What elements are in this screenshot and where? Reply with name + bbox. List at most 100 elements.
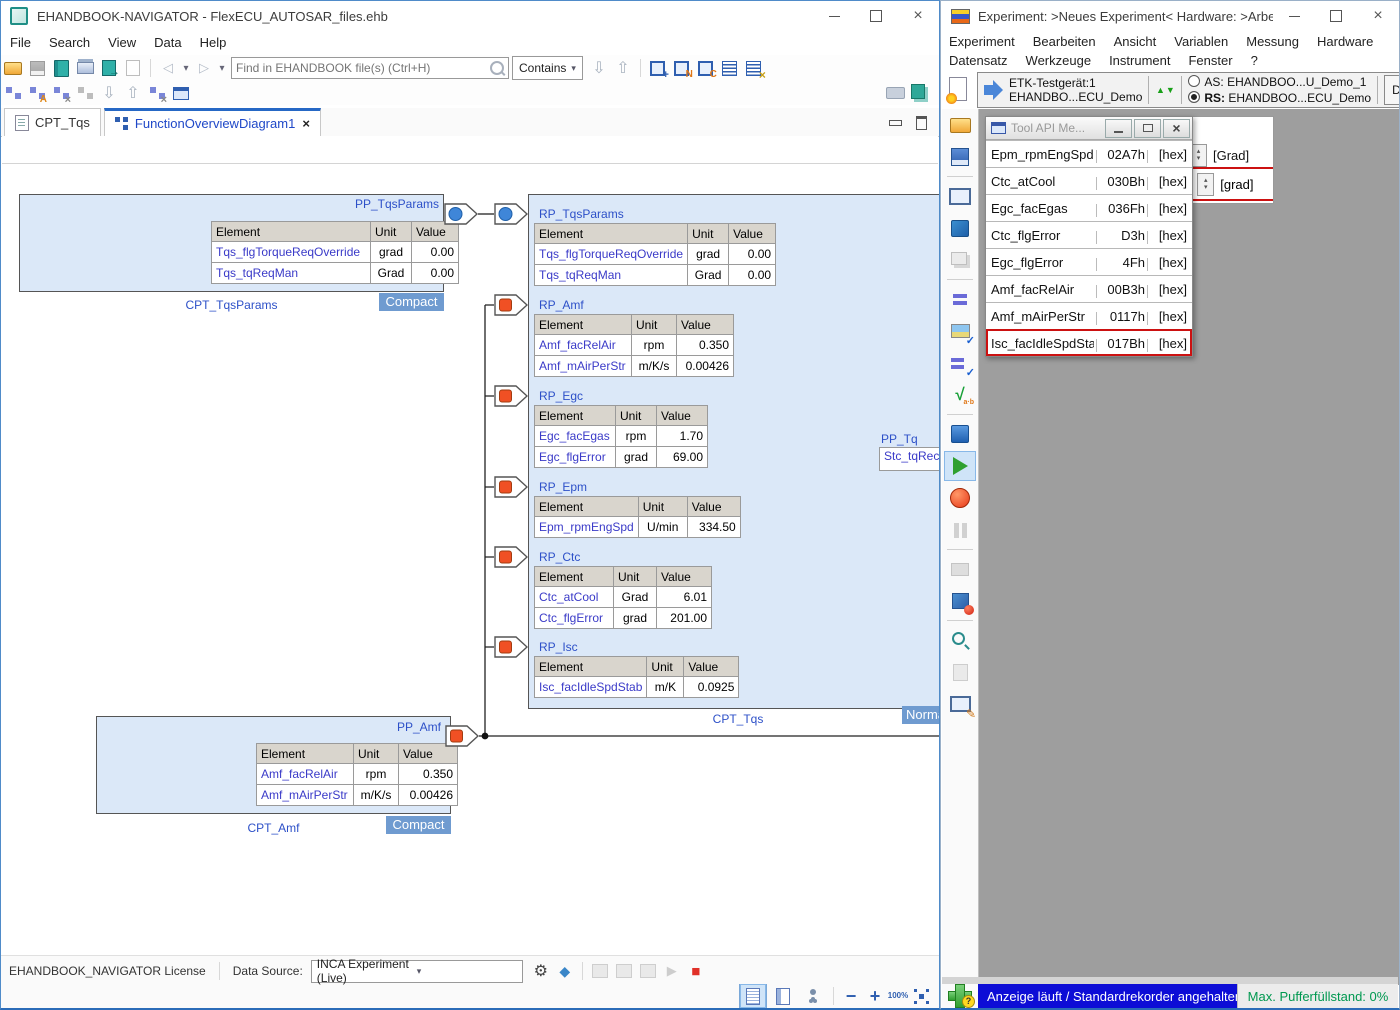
play-icon[interactable] <box>660 960 684 982</box>
menu-hardware[interactable]: Hardware <box>1309 34 1383 49</box>
measure-points-icon[interactable] <box>945 285 975 313</box>
nav-back-icon[interactable] <box>156 57 180 79</box>
page-swap-icon[interactable] <box>1155 79 1175 101</box>
measure-value[interactable]: 017Bh <box>1099 336 1145 351</box>
database-icon[interactable] <box>945 214 975 242</box>
menu-data[interactable]: Data <box>145 35 190 50</box>
element-link[interactable]: Ctc_flgError <box>535 608 614 629</box>
list-remove-icon[interactable] <box>742 57 766 79</box>
port-required-icon[interactable] <box>494 385 528 407</box>
zoom-fit-icon[interactable] <box>909 985 933 1007</box>
menu-?[interactable]: ? <box>1243 53 1268 68</box>
measure-value[interactable]: 036Fh <box>1099 201 1145 216</box>
remove-node-icon[interactable] <box>145 82 169 104</box>
ecu-hook-add-icon[interactable] <box>646 57 670 79</box>
measure-value[interactable]: 02A7h <box>1099 147 1145 162</box>
element-link[interactable]: Egc_facEgas <box>535 426 616 447</box>
menu-ansicht[interactable]: Ansicht <box>1106 34 1167 49</box>
open-experiment-icon[interactable] <box>945 111 975 139</box>
pane-maximize-icon[interactable] <box>916 116 927 130</box>
open-book-icon[interactable] <box>49 57 73 79</box>
data-source-select[interactable]: INCA Experiment (Live) ▾ <box>311 960 523 983</box>
expand-node-icon[interactable] <box>1 82 25 104</box>
clipped-element-cell[interactable]: Stc_tqRec <box>879 447 940 471</box>
data-source-icon[interactable] <box>553 960 577 982</box>
start-visualization-icon[interactable] <box>945 452 975 480</box>
element-link[interactable]: Tqs_tqReqMan <box>212 263 371 284</box>
minimize-button[interactable] <box>813 1 855 31</box>
variable-config-icon[interactable] <box>945 349 975 377</box>
minimize-button[interactable] <box>1273 1 1315 31</box>
element-link[interactable]: Tqs_flgTorqueReqOverride <box>212 242 371 263</box>
port-label[interactable]: RP_Egc <box>539 389 708 403</box>
menu-bearbeiten[interactable]: Bearbeiten <box>1025 34 1106 49</box>
menu-experiment[interactable]: Experiment <box>941 34 1025 49</box>
menu-search[interactable]: Search <box>40 35 99 50</box>
element-link[interactable]: Egc_flgError <box>535 447 616 468</box>
measure-value[interactable]: D3h <box>1099 228 1145 243</box>
port-required-icon[interactable] <box>494 636 528 658</box>
highlighted-value-row[interactable]: 0 [grad] <box>1189 167 1274 201</box>
menu-messung[interactable]: Messung <box>1238 34 1309 49</box>
diff-button[interactable]: Diff.... <box>1384 75 1400 105</box>
view-single-page-button[interactable] <box>739 984 767 1008</box>
print-icon[interactable] <box>73 57 97 79</box>
as-page-option[interactable]: AS: EHANDBOO...U_Demo_1 <box>1188 74 1371 90</box>
close-button[interactable] <box>1163 119 1190 138</box>
sync-experiment-icon[interactable] <box>636 960 660 982</box>
tab-close-icon[interactable]: × <box>302 116 310 131</box>
close-button[interactable]: × <box>1357 1 1399 31</box>
expression-check-icon[interactable] <box>945 381 975 409</box>
tab-cpt-tqs[interactable]: CPT_Tqs <box>4 108 101 136</box>
save-icon[interactable] <box>25 57 49 79</box>
element-link[interactable]: Amf_facRelAir <box>257 764 354 785</box>
measure-row-amf_mairperstr[interactable]: Amf_mAirPerStr0117h[hex] <box>986 302 1192 329</box>
export-mdf-icon[interactable] <box>612 960 636 982</box>
measure-value[interactable]: 00B3h <box>1099 282 1145 297</box>
search-input[interactable] <box>234 60 490 76</box>
display-config-icon[interactable] <box>945 317 975 345</box>
ecu-hook-c-icon[interactable] <box>694 57 718 79</box>
window-layout-icon[interactable] <box>945 246 975 274</box>
zoom-100-icon[interactable]: 100% <box>887 985 909 1007</box>
measure-row-isc_facidlespdstab[interactable]: Isc_facIdleSpdStab017Bh[hex] <box>986 329 1192 356</box>
find-previous-icon[interactable] <box>611 57 635 79</box>
pane-minimize-icon[interactable] <box>889 120 902 126</box>
save-experiment-icon[interactable] <box>945 143 975 171</box>
rs-page-option[interactable]: RS: EHANDBOO...ECU_Demo <box>1188 90 1371 106</box>
element-link[interactable]: Tqs_flgTorqueReqOverride <box>535 244 688 265</box>
nav-back-dropdown-icon[interactable] <box>180 57 192 79</box>
move-up-icon[interactable] <box>121 82 145 104</box>
settings-gear-icon[interactable] <box>529 960 553 982</box>
port-required-icon[interactable] <box>494 546 528 568</box>
measure-row-egc_flgerror[interactable]: Egc_flgError4Fh[hex] <box>986 248 1192 275</box>
minimize-button[interactable] <box>1105 119 1132 138</box>
menu-file[interactable]: File <box>1 35 40 50</box>
recorder-database-icon[interactable] <box>945 587 975 615</box>
measure-value[interactable]: 0117h <box>1099 309 1145 324</box>
measure-row-epm_rpmengspd[interactable]: Epm_rpmEngSpd02A7h[hex] <box>986 140 1192 167</box>
element-link[interactable]: Tqs_tqReqMan <box>535 265 688 286</box>
nav-forward-dropdown-icon[interactable] <box>216 57 228 79</box>
maximize-button[interactable] <box>1315 1 1357 31</box>
element-link[interactable]: Ctc_atCool <box>535 587 614 608</box>
recorder-config-icon[interactable] <box>945 555 975 583</box>
contains-dropdown[interactable]: Contains ▾ <box>512 56 583 80</box>
menu-werkzeuge[interactable]: Werkzeuge <box>1018 53 1102 68</box>
new-experiment-icon[interactable] <box>947 77 969 103</box>
books-icon[interactable] <box>907 82 931 104</box>
port-required-icon[interactable] <box>445 725 479 747</box>
record-icon[interactable] <box>945 484 975 512</box>
view-profile-button[interactable] <box>799 984 827 1008</box>
port-label[interactable]: RP_TqsParams <box>539 207 776 221</box>
ecu-hook-n-icon[interactable] <box>670 57 694 79</box>
port-label[interactable]: PP_Amf <box>96 720 441 734</box>
memory-page-icon[interactable] <box>945 658 975 686</box>
block-caption[interactable]: CPT_Tqs <box>528 712 940 726</box>
zoom-in-icon[interactable] <box>863 985 887 1007</box>
stop-icon[interactable] <box>684 960 708 982</box>
find-label-icon[interactable] <box>25 82 49 104</box>
port-label[interactable]: RP_Epm <box>539 480 741 494</box>
hardware-status-icon[interactable]: ? <box>942 984 978 1008</box>
pause-icon[interactable] <box>945 516 975 544</box>
